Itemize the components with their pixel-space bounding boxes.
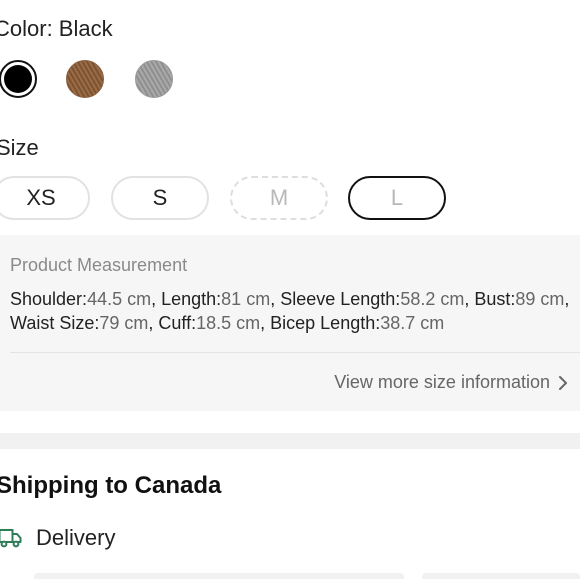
measure-value: 79 cm xyxy=(99,313,149,333)
measure-key: Shoulder: xyxy=(10,289,88,309)
swatch-brown[interactable] xyxy=(66,60,104,98)
measure-sep: , xyxy=(564,289,570,309)
measure-sep: , xyxy=(260,313,271,333)
measure-key: Cuff: xyxy=(158,313,197,333)
delivery-row[interactable]: Delivery xyxy=(0,525,115,551)
view-more-size-label: View more size information xyxy=(334,372,550,392)
delivery-option-card[interactable] xyxy=(422,573,580,579)
view-more-size-link[interactable]: View more size information xyxy=(334,372,568,393)
section-divider xyxy=(0,433,580,449)
measure-value: 58.2 cm xyxy=(400,289,465,309)
measure-value: 38.7 cm xyxy=(380,313,445,333)
measure-key: Sleeve Length: xyxy=(280,289,401,309)
size-option-l[interactable]: L xyxy=(348,176,446,220)
measurement-text: Shoulder:44.5 cm, Length:81 cm, Sleeve L… xyxy=(10,287,580,335)
measure-value: 89 cm xyxy=(515,289,565,309)
measure-key: Waist Size: xyxy=(10,313,100,333)
delivery-option-card[interactable] xyxy=(34,573,404,579)
chevron-right-icon xyxy=(559,375,567,390)
size-option-s[interactable]: S xyxy=(111,176,209,220)
size-option-xs[interactable]: XS xyxy=(0,176,90,220)
measurement-panel: Product Measurement Shoulder:44.5 cm, Le… xyxy=(0,235,580,411)
delivery-options-strip xyxy=(34,573,580,579)
measurement-title: Product Measurement xyxy=(10,255,188,275)
swatch-black[interactable] xyxy=(0,60,37,98)
size-label: Size xyxy=(0,135,39,160)
size-option-m[interactable]: M xyxy=(230,176,328,220)
measure-key: Length: xyxy=(161,289,222,309)
measure-value: 44.5 cm xyxy=(87,289,152,309)
measure-value: 81 cm xyxy=(221,289,271,309)
panel-divider xyxy=(10,352,580,353)
measure-sep: , xyxy=(151,289,162,309)
measure-sep: , xyxy=(464,289,475,309)
swatch-grey[interactable] xyxy=(135,60,173,98)
measure-sep: , xyxy=(148,313,159,333)
color-label: Color: Black xyxy=(0,16,113,41)
measure-value: 18.5 cm xyxy=(196,313,261,333)
delivery-label: Delivery xyxy=(36,525,116,550)
truck-icon xyxy=(0,529,22,548)
measure-sep: , xyxy=(270,289,281,309)
shipping-title: Shipping to Canada xyxy=(0,472,222,499)
measure-key: Bust: xyxy=(474,289,516,309)
measure-key: Bicep Length: xyxy=(270,313,381,333)
